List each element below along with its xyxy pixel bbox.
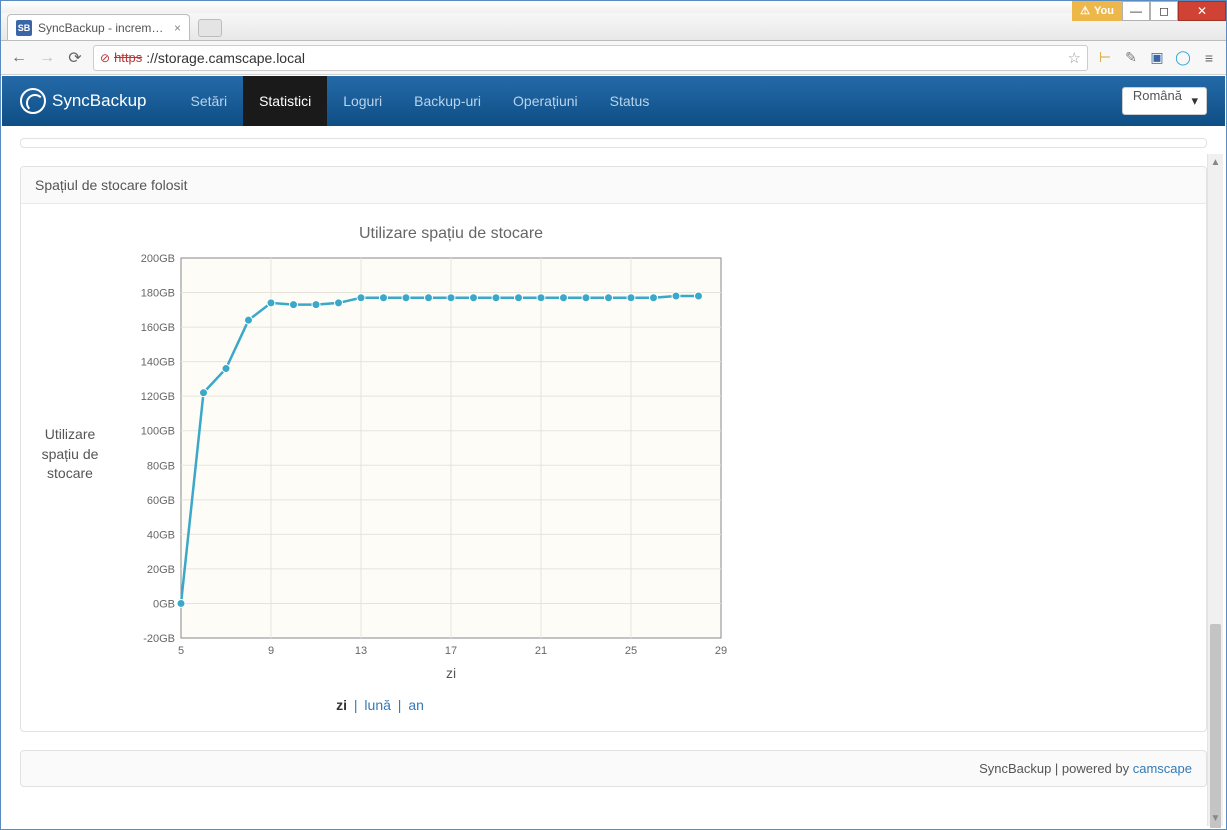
- url-scheme: https: [114, 50, 142, 65]
- insecure-lock-icon: ⊘: [100, 51, 110, 65]
- svg-text:-20GB: -20GB: [143, 633, 175, 645]
- browser-menu-icon[interactable]: ≡: [1200, 49, 1218, 67]
- chart-y-axis-title: Utilizare spațiu de stocare: [35, 425, 105, 484]
- scrollbar-thumb[interactable]: [1210, 624, 1221, 828]
- window-maximize-button[interactable]: ◻: [1150, 1, 1178, 21]
- url-host: ://storage.camscape.local: [146, 50, 305, 66]
- svg-text:9: 9: [268, 645, 274, 657]
- time-link-day[interactable]: zi: [336, 697, 347, 713]
- app-navbar: SyncBackup SetăriStatisticiLoguriBackup-…: [2, 76, 1225, 126]
- svg-text:60GB: 60GB: [147, 495, 175, 507]
- time-link-month[interactable]: lună: [364, 697, 390, 713]
- footer-link[interactable]: camscape: [1133, 761, 1192, 776]
- storage-panel: Spațiul de stocare folosit Utilizare spa…: [20, 166, 1207, 732]
- svg-text:20GB: 20GB: [147, 564, 175, 576]
- svg-text:29: 29: [715, 645, 727, 657]
- svg-text:180GB: 180GB: [141, 288, 175, 300]
- scroll-down-icon[interactable]: ▼: [1208, 810, 1223, 826]
- browser-tabstrip: SB SyncBackup - incremental ×: [1, 13, 1226, 41]
- nav-item-setări[interactable]: Setări: [175, 76, 244, 126]
- language-label: Română: [1133, 88, 1182, 103]
- user-badge[interactable]: You: [1072, 1, 1122, 21]
- svg-text:40GB: 40GB: [147, 529, 175, 541]
- brand-icon: [20, 88, 46, 114]
- storage-chart: Utilizare spațiu de stocare -20GB 0GB 20GB 4…: [111, 218, 731, 688]
- svg-text:80GB: 80GB: [147, 460, 175, 472]
- svg-text:100GB: 100GB: [141, 426, 175, 438]
- svg-text:zi: zi: [446, 665, 456, 681]
- forward-button[interactable]: →: [37, 48, 57, 68]
- back-button[interactable]: ←: [9, 48, 29, 68]
- nav-item-loguri[interactable]: Loguri: [327, 76, 398, 126]
- bookmark-star-icon[interactable]: ☆: [1068, 49, 1081, 67]
- browser-toolbar: ← → ⟳ ⊘ https ://storage.camscape.local …: [1, 41, 1226, 75]
- window-close-button[interactable]: ✕: [1178, 1, 1226, 21]
- extension-icon[interactable]: ⊢: [1096, 49, 1114, 67]
- svg-text:25: 25: [625, 645, 637, 657]
- window-minimize-button[interactable]: —: [1122, 1, 1150, 21]
- nav-item-operațiuni[interactable]: Operațiuni: [497, 76, 594, 126]
- time-link-year[interactable]: an: [408, 697, 424, 713]
- brand[interactable]: SyncBackup: [20, 88, 147, 114]
- svg-text:21: 21: [535, 645, 547, 657]
- language-select[interactable]: Română: [1122, 87, 1207, 115]
- svg-text:Utilizare spațiu de stocare: Utilizare spațiu de stocare: [359, 225, 543, 242]
- extension-icon[interactable]: ▣: [1148, 49, 1166, 67]
- svg-text:160GB: 160GB: [141, 322, 175, 334]
- browser-tab[interactable]: SB SyncBackup - incremental ×: [7, 14, 190, 40]
- address-bar[interactable]: ⊘ https ://storage.camscape.local ☆: [93, 45, 1088, 71]
- svg-text:17: 17: [445, 645, 457, 657]
- panel-heading: Spațiul de stocare folosit: [21, 167, 1206, 204]
- tab-close-icon[interactable]: ×: [174, 21, 181, 35]
- svg-text:200GB: 200GB: [141, 253, 175, 265]
- svg-text:120GB: 120GB: [141, 391, 175, 403]
- new-tab-button[interactable]: [198, 19, 222, 37]
- nav-item-status[interactable]: Status: [594, 76, 666, 126]
- scrollbar[interactable]: ▲ ▼: [1207, 154, 1223, 826]
- svg-text:0GB: 0GB: [153, 598, 175, 610]
- svg-text:5: 5: [178, 645, 184, 657]
- panel-fragment: [20, 138, 1207, 148]
- extension-icon[interactable]: ◯: [1174, 49, 1192, 67]
- nav-item-statistici[interactable]: Statistici: [243, 76, 327, 126]
- tab-title: SyncBackup - incremental: [38, 21, 168, 35]
- scroll-up-icon[interactable]: ▲: [1208, 154, 1223, 170]
- svg-text:140GB: 140GB: [141, 357, 175, 369]
- brand-label: SyncBackup: [52, 91, 147, 111]
- nav-item-backup-uri[interactable]: Backup-uri: [398, 76, 497, 126]
- page-footer: SyncBackup | powered by camscape: [20, 750, 1207, 787]
- reload-button[interactable]: ⟳: [65, 48, 85, 68]
- time-range-links: zi | lună | an: [35, 697, 725, 713]
- extension-icon[interactable]: ✎: [1122, 49, 1140, 67]
- favicon: SB: [16, 20, 32, 36]
- svg-text:13: 13: [355, 645, 367, 657]
